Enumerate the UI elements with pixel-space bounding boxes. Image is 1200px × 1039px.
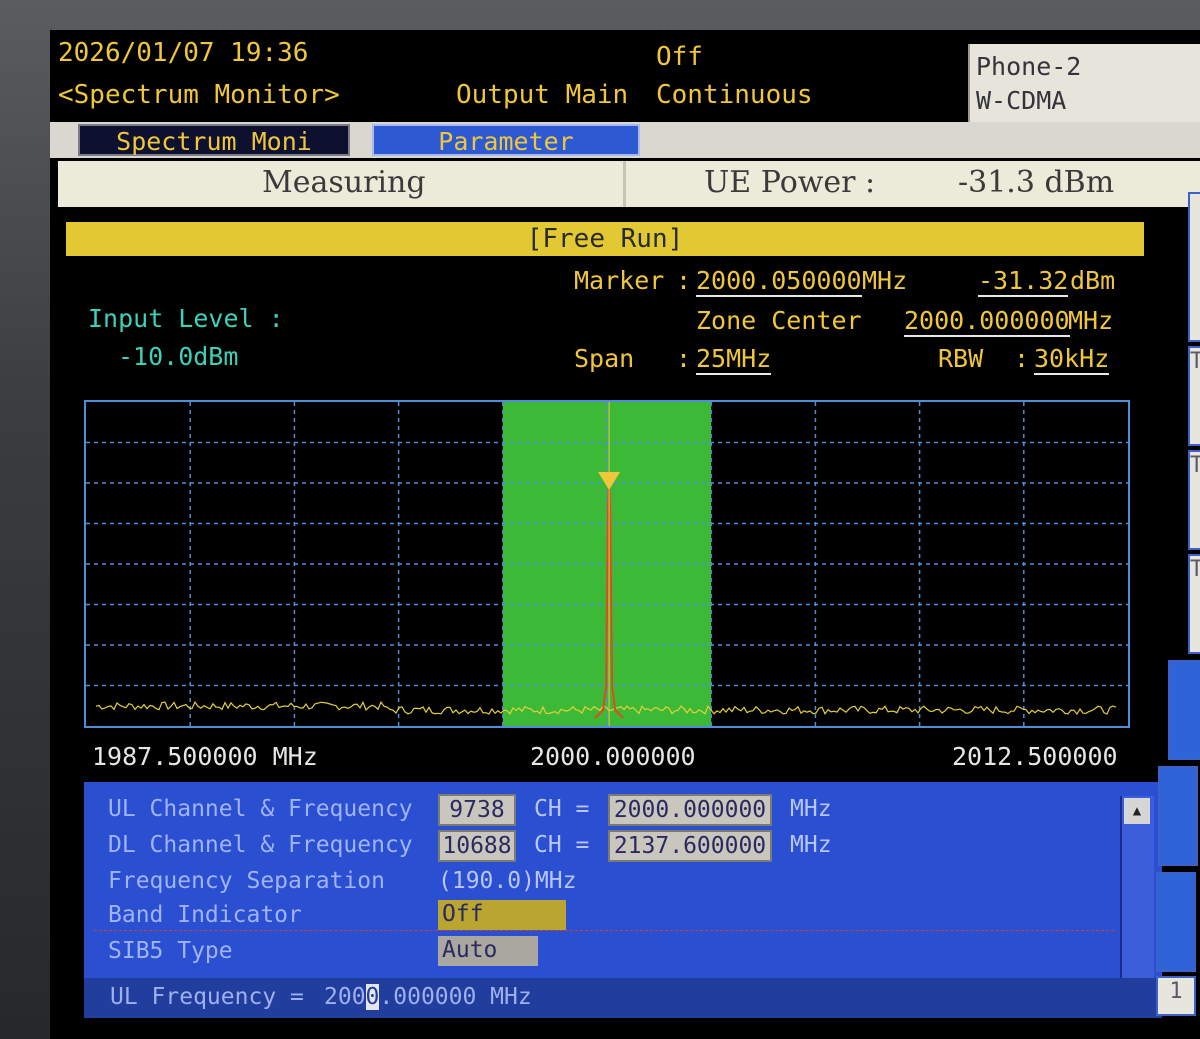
marker-level: -31.32 [978,266,1069,297]
softkey-1[interactable] [1188,192,1200,342]
marker-level-unit: dBm [1070,266,1116,295]
rbw-colon: : [1014,344,1030,373]
rbw-value[interactable]: 30kHz [1034,344,1110,375]
zone-center-label: Zone Center [696,306,862,335]
spectrum-svg [86,402,1128,726]
separation-value: (190.0)MHz [438,868,577,894]
phone-name: Phone-2 [976,52,1082,81]
separation-label: Frequency Separation [108,868,385,894]
band-indicator-field[interactable]: Off [438,900,566,930]
system-name: W-CDMA [976,86,1067,115]
rbw-label: RBW [938,344,984,373]
marker-frequency[interactable]: 2000.050000 [696,266,862,297]
softkey-5[interactable] [1168,660,1200,760]
input-level-label: Input Level : [88,304,284,333]
dl-channel-field[interactable]: 10688 [438,830,516,862]
dl-ch-sep: CH = [534,832,590,858]
dl-frequency-field[interactable]: 2137.600000 [608,830,772,862]
entry-line-label: UL Frequency = [110,984,304,1010]
output-state: Off [656,42,703,72]
x-tick-stop: 2012.500000 [952,742,1118,771]
phone-info-box[interactable]: Phone-2 W-CDMA [968,44,1200,124]
screen-name: <Spectrum Monitor> [58,80,340,110]
ul-frequency-field[interactable]: 2000.000000 [608,794,772,826]
softkey-4[interactable]: TAG [1188,554,1200,654]
entry-line-value: 2000.000000 MHz [324,984,532,1010]
marker-label: Marker [574,266,665,295]
sib5-type-field[interactable]: Auto [438,936,538,966]
span-value[interactable]: 25MHz [696,344,772,375]
status-divider [623,161,626,207]
marker-colon: : [676,266,692,295]
band-indicator-label: Band Indicator [108,902,302,928]
selection-divider [94,930,1114,932]
measurement-status-bar: Measuring UE Power : -31.3 dBm [58,161,1200,207]
x-tick-center: 2000.000000 [530,742,696,771]
input-level-value: -10.0dBm [118,342,239,371]
ul-channel-field[interactable]: 9738 [438,794,516,826]
dl-frequency-unit: MHz [790,832,832,858]
parameter-panel: UL Channel & Frequency 9738 CH = 2000.00… [84,782,1162,1010]
run-mode: Continuous [656,80,813,110]
spectrum-plot[interactable] [84,400,1130,728]
softkey-3[interactable]: TAG [1188,450,1200,550]
panel-scrollbar[interactable]: ▲ [1120,796,1154,992]
sib5-type-label: SIB5 Type [108,938,233,964]
instrument-screen: 2026/01/07 19:36 <Spectrum Monitor> Outp… [50,30,1200,1039]
span-colon: : [676,344,692,373]
zone-center-unit: MHz [1068,306,1114,335]
tab-parameter[interactable]: Parameter [372,124,640,156]
ul-label: UL Channel & Frequency [108,796,413,822]
entry-post: .000000 MHz [379,984,532,1010]
ue-power-value: -31.3 dBm [958,165,1115,200]
scroll-up-icon[interactable]: ▲ [1124,798,1150,824]
datetime: 2026/01/07 19:36 [58,38,309,68]
x-tick-start: 1987.500000 MHz [92,742,318,771]
ul-frequency-unit: MHz [790,796,832,822]
ul-ch-sep: CH = [534,796,590,822]
span-label: Span [574,344,635,373]
dl-label: DL Channel & Frequency [108,832,413,858]
softkey-2[interactable]: TAG [1188,346,1200,446]
trigger-banner: [Free Run] [66,222,1144,256]
marker-frequency-unit: MHz [862,266,908,295]
output-label: Output Main [456,80,629,110]
measure-state: Measuring [262,165,426,200]
softkey-8[interactable]: 1 [1156,976,1196,1016]
entry-cursor: 0 [365,984,380,1010]
softkey-7[interactable] [1156,872,1196,972]
softkey-6[interactable] [1158,766,1198,866]
ue-power-label: UE Power : [704,165,876,200]
entry-line[interactable]: UL Frequency = 2000.000000 MHz [84,978,1162,1018]
entry-pre: 200 [324,984,366,1010]
zone-center-value[interactable]: 2000.000000 [904,306,1070,337]
tab-spectrum-monitor[interactable]: Spectrum Moni [78,124,350,156]
